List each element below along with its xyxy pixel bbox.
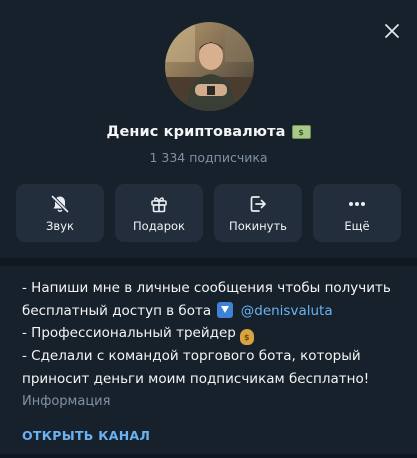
description-line: - Напиши мне в личные сообщения чтобы по… bbox=[22, 280, 391, 296]
more-dots-icon bbox=[349, 201, 365, 206]
channel-title-row: Денис криптовалюта $ bbox=[0, 124, 417, 140]
leave-button[interactable]: Покинуть bbox=[214, 184, 302, 242]
open-channel-button[interactable]: ОТКРЫТЬ КАНАЛ bbox=[22, 428, 150, 443]
description-line: бесплатный доступ в бота @denisvaluta bbox=[22, 301, 333, 319]
close-button[interactable] bbox=[379, 18, 405, 44]
mute-button-label: Звук bbox=[46, 218, 74, 233]
description-line: - Сделали с командой торгового бота, кот… bbox=[22, 348, 361, 364]
mute-button[interactable]: Звук bbox=[16, 184, 104, 242]
channel-description: - Напиши мне в личные сообщения чтобы по… bbox=[22, 277, 399, 414]
subscriber-count: 1 334 подписчика bbox=[149, 150, 268, 165]
channel-info-panel: Денис криптовалюта $ 1 334 подписчика Зв… bbox=[0, 0, 417, 458]
gift-icon bbox=[151, 196, 167, 212]
leave-icon bbox=[250, 195, 266, 212]
info-caption: Информация bbox=[22, 394, 111, 409]
money-banknote-icon: $ bbox=[291, 125, 311, 139]
channel-title: Денис криптовалюта bbox=[106, 124, 286, 140]
action-bar: Звук Подарок Покинуть Ещё bbox=[16, 184, 401, 242]
description-line: приносит деньги моим подписчикам бесплат… bbox=[22, 370, 370, 387]
more-button[interactable]: Ещё bbox=[313, 184, 401, 242]
leave-button-label: Покинуть bbox=[229, 218, 287, 233]
money-bag-emoji-icon: $ bbox=[239, 329, 254, 345]
channel-avatar[interactable] bbox=[165, 22, 254, 111]
bell-muted-icon bbox=[51, 194, 69, 213]
more-button-label: Ещё bbox=[344, 218, 370, 233]
down-arrow-emoji-icon bbox=[217, 301, 234, 318]
bottom-edge bbox=[0, 454, 417, 458]
bot-username-link[interactable]: @denisvaluta bbox=[241, 303, 333, 319]
section-divider bbox=[0, 258, 417, 266]
close-icon bbox=[385, 24, 399, 38]
gift-button[interactable]: Подарок bbox=[115, 184, 203, 242]
gift-button-label: Подарок bbox=[133, 218, 185, 233]
description-line: - Профессиональный трейдер $ bbox=[22, 322, 399, 345]
